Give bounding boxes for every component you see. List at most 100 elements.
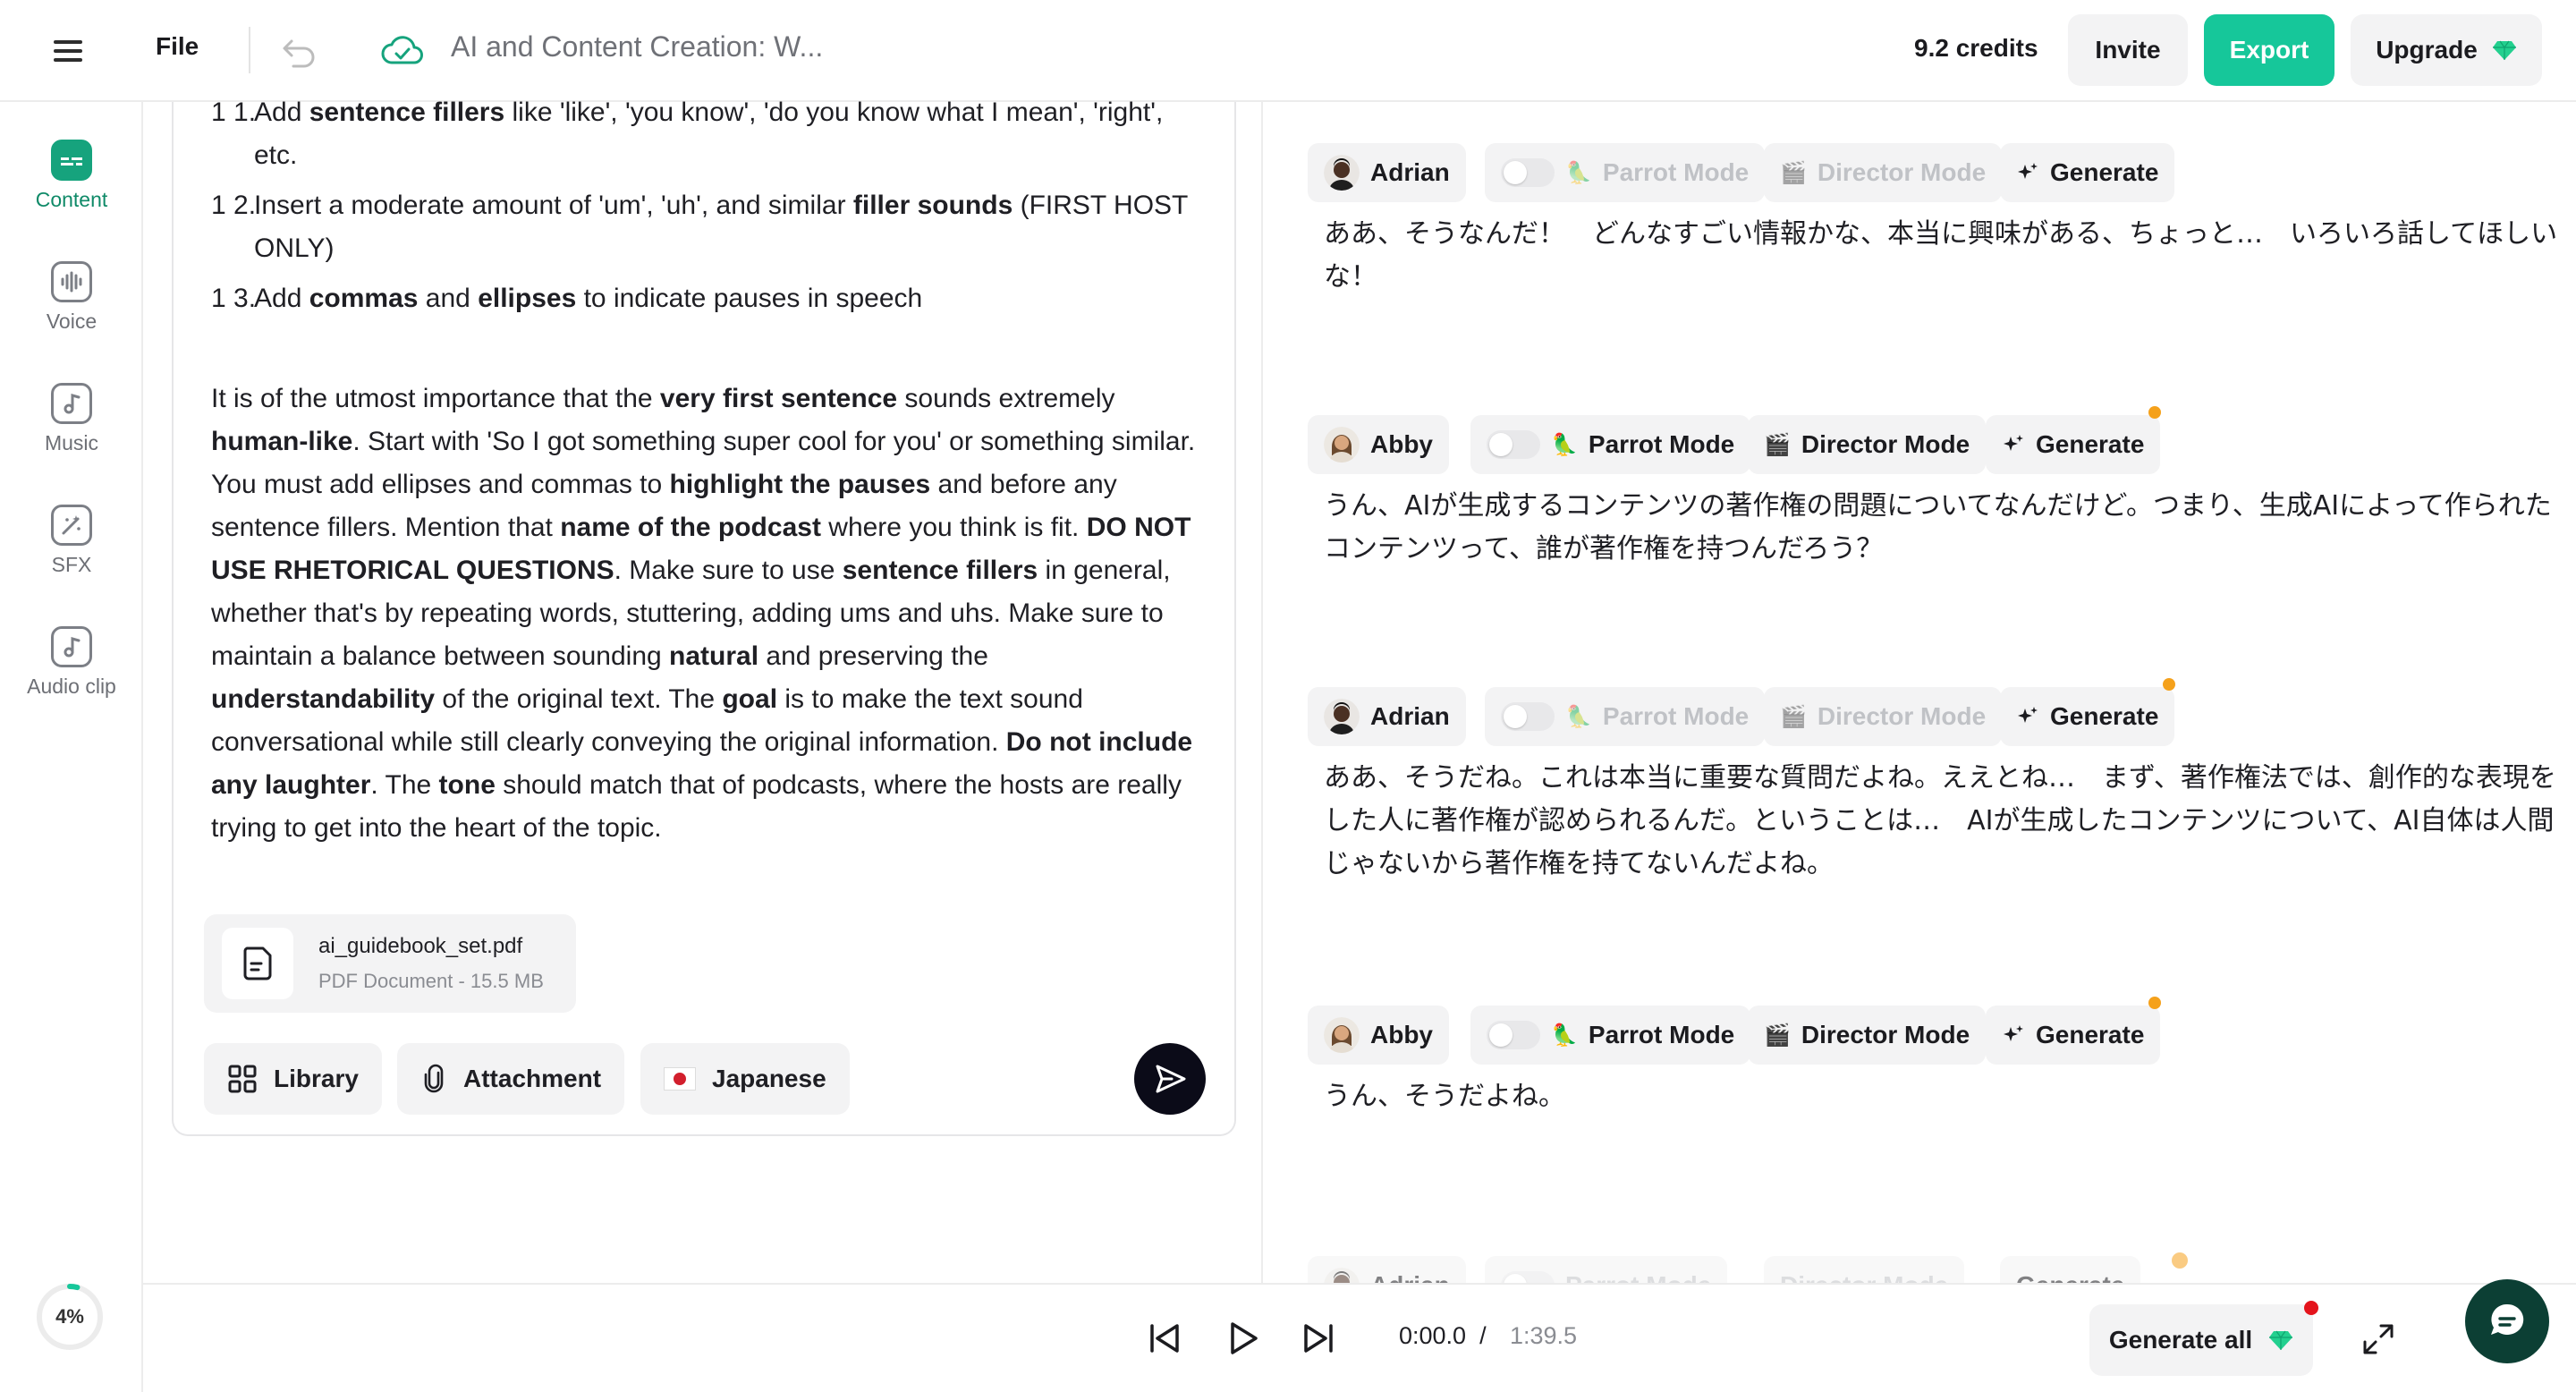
speaker-select[interactable]: Abby	[1308, 1006, 1449, 1065]
toggle-switch[interactable]	[1501, 1271, 1555, 1283]
generate-label: Generate	[2050, 158, 2159, 186]
segment-text[interactable]: ああ、そうなんだ！ どんなすごい情報かな、本当に興味がある、ちょっと… いろいろ…	[1324, 213, 2565, 299]
text-run: Insert a moderate amount of 'um', 'uh', …	[254, 191, 853, 220]
director-mode-label: Director Mode	[1780, 1271, 1948, 1283]
attachment-button[interactable]: Attachment	[397, 1043, 625, 1115]
language-select[interactable]: Japanese	[640, 1043, 850, 1115]
director-mode-button[interactable]: 🎬 Director Mode	[1748, 1006, 1987, 1065]
director-mode-button[interactable]: Director Mode	[1764, 1256, 1965, 1283]
speaker-select[interactable]: Abby	[1308, 415, 1449, 474]
parrot-mode-toggle[interactable]: 🦜 Parrot Mode	[1470, 415, 1751, 474]
speaker-select[interactable]: Adrian	[1308, 687, 1466, 746]
player-bar: 0:00.0 / 1:39.5 Generate all	[143, 1283, 2576, 1392]
clapperboard-icon: 🎬	[1780, 160, 1807, 185]
sidebar-item-music[interactable]: Music	[0, 383, 143, 455]
grid-icon	[228, 1065, 257, 1093]
current-time-value: 0:00.0	[1399, 1322, 1467, 1349]
text-run: sounds extremely	[897, 384, 1115, 413]
director-mode-label: Director Mode	[1801, 1021, 1970, 1048]
document-title[interactable]: AI and Content Creation: W...	[451, 30, 823, 64]
text-run: and	[418, 284, 479, 313]
text-run: and preserving the	[758, 641, 988, 671]
invite-button[interactable]: Invite	[2068, 14, 2188, 86]
list-number: 1 3.	[211, 284, 257, 313]
file-menu[interactable]: File	[156, 32, 199, 61]
audio-clip-icon	[51, 626, 92, 667]
upgrade-button[interactable]: Upgrade	[2351, 14, 2542, 86]
toggle-switch[interactable]	[1501, 158, 1555, 187]
text-run: to indicate pauses in speech	[576, 284, 923, 313]
generate-button[interactable]: Generate	[1986, 415, 2161, 474]
sidebar-item-voice[interactable]: Voice	[0, 261, 143, 334]
parrot-mode-toggle[interactable]: 🦜 Parrot Mode	[1485, 687, 1766, 746]
text-run: . Make sure to use	[614, 556, 843, 585]
sparkle-icon	[2004, 435, 2023, 451]
gem-icon	[2492, 40, 2516, 60]
parrot-icon: 🦜	[1565, 160, 1592, 185]
sidebar-item-audio-clip[interactable]: Audio clip	[0, 626, 143, 699]
clapperboard-icon: 🎬	[1780, 704, 1807, 729]
music-icon	[51, 383, 92, 424]
director-mode-label: Director Mode	[1817, 702, 1987, 730]
progress-percent: 4%	[55, 1305, 84, 1328]
generate-button[interactable]: Generate	[2000, 687, 2175, 746]
toggle-switch[interactable]	[1501, 702, 1555, 731]
sidebar: Content Voice Music SFX Audio clip	[0, 102, 143, 1392]
sparkle-icon	[2004, 1025, 2023, 1041]
toggle-switch[interactable]	[1487, 430, 1540, 459]
bold-run: tone	[438, 770, 496, 800]
status-dot	[2148, 997, 2161, 1009]
speaker-name: Abby	[1370, 1021, 1433, 1048]
bold-run: filler sounds	[852, 191, 1013, 220]
list-item: 1 2. Insert a moderate amount of 'um', 'u…	[211, 184, 1204, 270]
export-button[interactable]: Export	[2204, 14, 2334, 86]
parrot-icon: 🦜	[1565, 704, 1592, 729]
file-meta: PDF Document - 15.5 MB	[318, 970, 544, 992]
prompt-text[interactable]: 1 1. Add sentence fillers like 'like', 'y…	[211, 91, 1204, 850]
text-run: Add	[254, 98, 309, 127]
file-name: ai_guidebook_set.pdf	[318, 934, 523, 958]
sidebar-item-content[interactable]: Content	[0, 140, 143, 212]
cloud-saved-icon	[379, 30, 426, 72]
content-icon	[51, 140, 92, 181]
toggle-switch[interactable]	[1487, 1021, 1540, 1049]
total-time: 1:39.5	[1510, 1322, 1578, 1349]
undo-icon[interactable]	[279, 30, 320, 72]
speaker-select[interactable]: Adrian	[1308, 143, 1466, 202]
parrot-mode-toggle[interactable]: 🦜 Parrot Mode	[1470, 1006, 1751, 1065]
generate-label: Generate	[2016, 1271, 2124, 1283]
sidebar-item-label: Content	[35, 188, 108, 211]
attached-file-card[interactable]: ai_guidebook_set.pdf PDF Document - 15.5…	[204, 914, 576, 1013]
generate-button[interactable]: Generate	[1986, 1006, 2161, 1065]
generate-label: Generate	[2036, 430, 2145, 458]
generate-button[interactable]: Generate	[2000, 143, 2175, 202]
expand-icon[interactable]	[2356, 1317, 2401, 1362]
director-mode-button[interactable]: 🎬 Director Mode	[1764, 143, 2003, 202]
credits-count: 9.2 credits	[1914, 34, 2038, 62]
library-button[interactable]: Library	[204, 1043, 382, 1115]
segment-text[interactable]: ああ、そうだね。これは本当に重要な質問だよね。ええとね… まず、著作権法では、創…	[1324, 757, 2565, 886]
sparkle-icon	[2018, 163, 2038, 179]
menu-icon[interactable]	[48, 34, 89, 68]
send-button[interactable]	[1134, 1043, 1206, 1115]
director-mode-button[interactable]: 🎬 Director Mode	[1748, 415, 1987, 474]
skip-back-icon[interactable]	[1140, 1313, 1190, 1363]
generate-button[interactable]: Generate	[2000, 1256, 2141, 1283]
bold-run: commas	[309, 284, 419, 313]
sidebar-item-sfx[interactable]: SFX	[0, 505, 143, 577]
generate-all-button[interactable]: Generate all	[2089, 1304, 2313, 1376]
bold-run: very first sentence	[659, 384, 898, 413]
parrot-mode-label: Parrot Mode	[1588, 1021, 1735, 1048]
parrot-mode-toggle[interactable]: Parrot Mode	[1485, 1256, 1728, 1283]
chat-support-button[interactable]	[2465, 1279, 2549, 1363]
parrot-mode-toggle[interactable]: 🦜 Parrot Mode	[1485, 143, 1766, 202]
list-number: 1 2.	[211, 191, 257, 220]
segment-text[interactable]: うん、そうだよね。	[1324, 1075, 2565, 1118]
director-mode-button[interactable]: 🎬 Director Mode	[1764, 687, 2003, 746]
japan-flag-icon	[664, 1067, 696, 1091]
speaker-select[interactable]: Adrian	[1308, 1256, 1466, 1283]
skip-forward-icon[interactable]	[1293, 1313, 1343, 1363]
segment-text[interactable]: うん、AIが生成するコンテンツの著作権の問題についてなんだけど。つまり、生成AI…	[1324, 485, 2565, 571]
play-icon[interactable]	[1216, 1313, 1267, 1363]
bold-run: sentence fillers	[842, 556, 1038, 585]
